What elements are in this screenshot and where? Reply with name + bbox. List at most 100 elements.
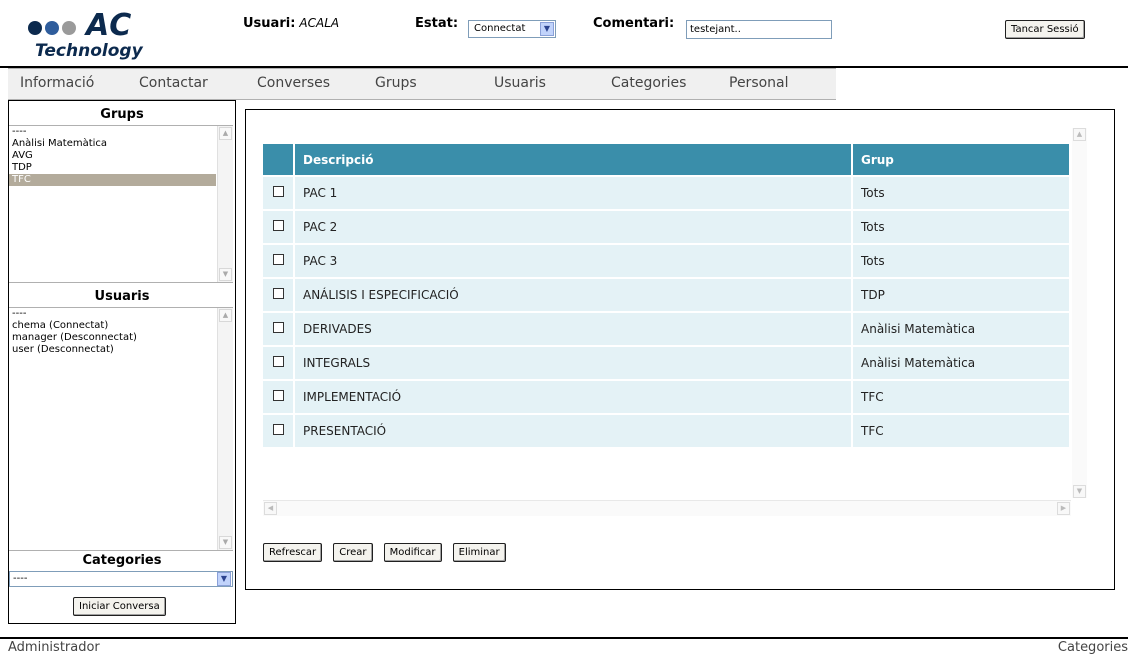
main-nav: Informació Contactar Converses Grups Usu… [8, 68, 836, 100]
nav-item-personal[interactable]: Personal [729, 75, 789, 91]
users-scrollbar[interactable]: ▲ ▼ [217, 308, 233, 550]
status-select[interactable]: Connectat ▼ [468, 20, 556, 38]
create-button[interactable]: Crear [333, 543, 373, 562]
app-header: AC Technology Usuari: ACALA Estat: Connec… [0, 0, 1128, 66]
chevron-down-icon[interactable]: ▼ [540, 22, 554, 36]
scroll-right-icon[interactable]: ▶ [1057, 502, 1070, 515]
scroll-up-icon[interactable]: ▲ [219, 309, 232, 322]
nav-item-grups[interactable]: Grups [375, 75, 417, 91]
cell-grup: Tots [852, 175, 1071, 210]
comment-label: Comentari: [593, 16, 675, 31]
table-row[interactable]: ANÁLISIS I ESPECIFICACIÓ TDP [263, 277, 1071, 312]
groups-title: Grups [100, 107, 144, 122]
nav-item-converses[interactable]: Converses [257, 75, 330, 91]
list-item[interactable]: chema (Connectat) [9, 320, 216, 332]
list-item[interactable]: Anàlisi Matemàtica [9, 138, 216, 150]
row-checkbox[interactable] [272, 186, 284, 197]
row-checkbox[interactable] [272, 424, 284, 435]
categories-title: Categories [82, 553, 162, 568]
cell-grup: Anàlisi Matemàtica [852, 311, 1071, 346]
cell-descripcio: INTEGRALS [294, 345, 853, 380]
cell-grup: TDP [852, 277, 1071, 312]
modify-button[interactable]: Modificar [383, 543, 442, 562]
logo-dots-icon [28, 20, 79, 39]
cell-descripcio: PRESENTACIÓ [294, 413, 853, 447]
row-checkbox[interactable] [272, 220, 284, 231]
user-indicator: Usuari: ACALA [243, 16, 339, 31]
list-item-selected[interactable]: TFC [9, 174, 216, 186]
logout-button[interactable]: Tancar Sessió [1005, 20, 1085, 39]
nav-item-categories[interactable]: Categories [611, 75, 686, 91]
row-checkbox[interactable] [272, 390, 284, 401]
table-vertical-scrollbar[interactable]: ▲ ▼ [1072, 128, 1087, 498]
categories-table: Descripció Grup PAC 1 Tots PAC 2 Tots PA… [263, 144, 1071, 447]
table-row[interactable]: PAC 1 Tots [263, 175, 1071, 210]
sidebar: Grups ---- Anàlisi Matemàtica AVG TDP TF… [8, 100, 236, 624]
list-item[interactable]: manager (Desconnectat) [9, 332, 216, 344]
cell-descripcio: IMPLEMENTACIÓ [294, 379, 853, 414]
list-item[interactable]: ---- [9, 126, 216, 138]
groups-scrollbar[interactable]: ▲ ▼ [217, 126, 233, 282]
scroll-up-icon[interactable]: ▲ [219, 127, 232, 140]
delete-button[interactable]: Eliminar [452, 543, 506, 562]
cell-grup: TFC [852, 379, 1071, 414]
nav-item-contactar[interactable]: Contactar [139, 75, 208, 91]
refresh-button[interactable]: Refrescar [263, 543, 323, 562]
user-label: Usuari: [243, 16, 296, 31]
table-row[interactable]: IMPLEMENTACIÓ TFC [263, 379, 1071, 414]
cell-grup: Tots [852, 243, 1071, 278]
status-select-value: Connectat [474, 23, 526, 34]
footer-section: Categories [1057, 640, 1128, 655]
row-checkbox[interactable] [272, 254, 284, 265]
cell-descripcio: PAC 3 [294, 243, 853, 278]
categories-select-value: ---- [13, 573, 28, 584]
status-label: Estat: [415, 16, 459, 31]
table-actions: Refrescar Crear Modificar Eliminar [263, 540, 512, 562]
list-item[interactable]: ---- [9, 308, 216, 320]
logo-ac-text: AC [86, 8, 133, 43]
ac-technology-logo: AC Technology [28, 6, 168, 62]
scroll-down-icon[interactable]: ▼ [219, 536, 232, 549]
column-header-descripcio[interactable]: Descripció [294, 144, 853, 176]
cell-grup: TFC [852, 413, 1071, 447]
scroll-down-icon[interactable]: ▼ [1073, 485, 1086, 498]
scroll-down-icon[interactable]: ▼ [219, 268, 232, 281]
checkbox-column-header [263, 144, 295, 176]
groups-listbox[interactable]: ---- Anàlisi Matemàtica AVG TDP TFC ▲ ▼ [9, 125, 233, 283]
list-item[interactable]: user (Desconnectat) [9, 344, 216, 356]
cell-grup: Anàlisi Matemàtica [852, 345, 1071, 380]
logo-technology-text: Technology [35, 41, 143, 61]
chevron-down-icon[interactable]: ▼ [217, 572, 231, 586]
list-item[interactable]: AVG [9, 150, 216, 162]
start-conversation-button[interactable]: Iniciar Conversa [73, 597, 166, 616]
cell-grup: Tots [852, 209, 1071, 244]
cell-descripcio: PAC 1 [294, 175, 853, 210]
categories-select[interactable]: ---- ▼ [9, 571, 233, 587]
nav-item-informacio[interactable]: Informació [20, 75, 94, 91]
comment-input[interactable] [686, 20, 832, 39]
list-item[interactable]: TDP [9, 162, 216, 174]
row-checkbox[interactable] [272, 356, 284, 367]
users-title: Usuaris [94, 289, 150, 304]
footer-divider [0, 637, 1128, 639]
column-header-grup[interactable]: Grup [852, 144, 1071, 176]
table-row[interactable]: PAC 3 Tots [263, 243, 1071, 278]
footer-role: Administrador [8, 640, 100, 655]
table-header-row: Descripció Grup [263, 144, 1071, 176]
table-row[interactable]: PAC 2 Tots [263, 209, 1071, 244]
main-panel: Descripció Grup PAC 1 Tots PAC 2 Tots PA… [245, 109, 1115, 590]
table-row[interactable]: DERIVADES Anàlisi Matemàtica [263, 311, 1071, 346]
cell-descripcio: DERIVADES [294, 311, 853, 346]
table-row[interactable]: PRESENTACIÓ TFC [263, 413, 1071, 447]
table-row[interactable]: INTEGRALS Anàlisi Matemàtica [263, 345, 1071, 380]
row-checkbox[interactable] [272, 322, 284, 333]
scroll-left-icon[interactable]: ◀ [264, 502, 277, 515]
row-checkbox[interactable] [272, 288, 284, 299]
user-value: ACALA [299, 16, 340, 30]
cell-descripcio: PAC 2 [294, 209, 853, 244]
scroll-up-icon[interactable]: ▲ [1073, 128, 1086, 141]
users-listbox[interactable]: ---- chema (Connectat) manager (Desconne… [9, 307, 233, 551]
cell-descripcio: ANÁLISIS I ESPECIFICACIÓ [294, 277, 853, 312]
table-horizontal-scrollbar[interactable]: ◀ ▶ [263, 500, 1071, 516]
nav-item-usuaris[interactable]: Usuaris [494, 75, 546, 91]
